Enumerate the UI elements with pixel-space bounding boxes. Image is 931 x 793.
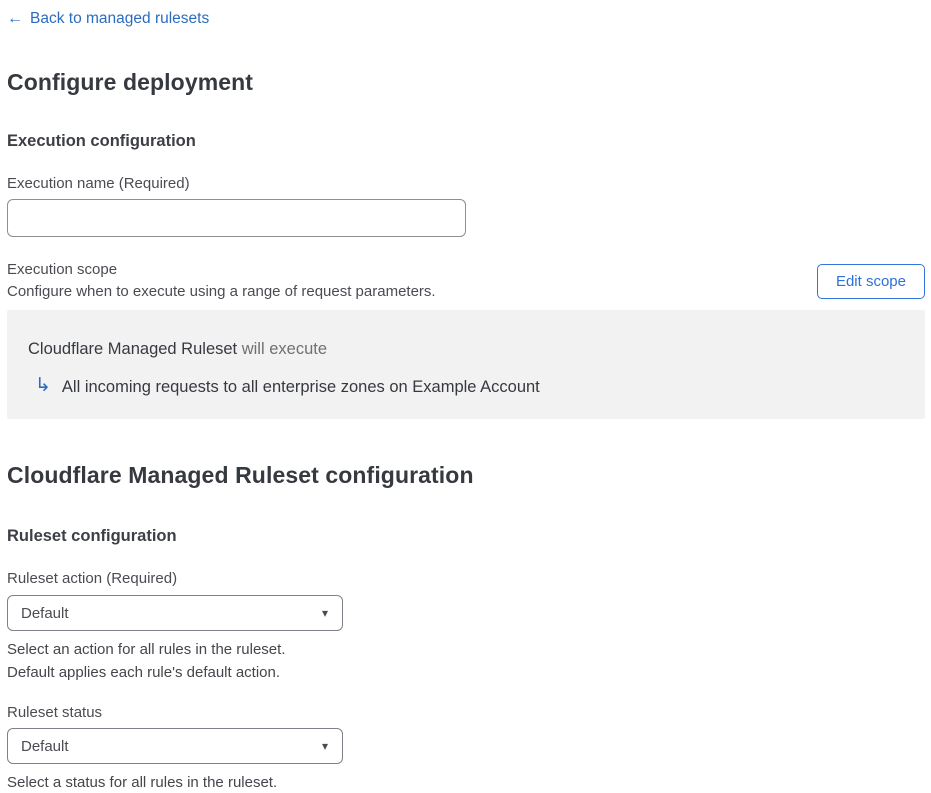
execution-scope-label: Execution scope xyxy=(7,261,118,278)
ruleset-action-select[interactable]: Default ▾ xyxy=(7,595,343,631)
ruleset-action-help-line2: Default applies each rule's default acti… xyxy=(7,664,281,681)
ruleset-status-help: Select a status for all rules in the rul… xyxy=(7,771,925,793)
ruleset-status-label: Ruleset status xyxy=(7,704,103,721)
configure-deployment-page: ← Back to managed rulesets Configure dep… xyxy=(0,0,931,793)
ruleset-status-value: Default xyxy=(21,737,69,755)
ruleset-action-value: Default xyxy=(21,604,69,622)
execution-summary-scope-line: ↳ All incoming requests to all enterpris… xyxy=(28,376,901,398)
chevron-down-icon: ▾ xyxy=(321,739,328,753)
ruleset-action-help: Select an action for all rules in the ru… xyxy=(7,638,925,684)
back-link-label: Back to managed rulesets xyxy=(30,10,210,27)
back-arrow-icon: ← xyxy=(7,10,23,27)
branch-arrow-icon: ↳ xyxy=(35,375,51,396)
ruleset-configuration-heading: Ruleset configuration xyxy=(7,527,177,545)
execution-scope-text: Execution scope Configure when to execut… xyxy=(7,259,436,303)
ruleset-action-help-line1: Select an action for all rules in the ru… xyxy=(7,641,286,658)
ruleset-status-select[interactable]: Default ▾ xyxy=(7,728,343,764)
execution-summary-line: Cloudflare Managed Ruleset will execute xyxy=(28,339,901,359)
ruleset-status-help-line1: Select a status for all rules in the rul… xyxy=(7,774,278,791)
execution-scope-row: Execution scope Configure when to execut… xyxy=(7,259,925,303)
summary-scope-value: All incoming requests to all enterprise … xyxy=(61,378,540,396)
edit-scope-button[interactable]: Edit scope xyxy=(816,263,925,299)
execution-name-input[interactable] xyxy=(7,199,466,237)
execution-summary-panel: Cloudflare Managed Ruleset will execute … xyxy=(7,310,925,419)
ruleset-configuration-page-title: Cloudflare Managed Ruleset configuration xyxy=(7,462,474,488)
summary-will-execute: will execute xyxy=(237,340,328,358)
execution-configuration-heading: Execution configuration xyxy=(7,132,196,150)
ruleset-action-label: Ruleset action (Required) xyxy=(7,570,178,587)
chevron-down-icon: ▾ xyxy=(321,606,328,620)
back-to-managed-rulesets-link[interactable]: ← Back to managed rulesets xyxy=(7,10,209,28)
execution-scope-description: Configure when to execute using a range … xyxy=(7,283,436,300)
execution-name-label: Execution name (Required) xyxy=(7,175,190,192)
page-title: Configure deployment xyxy=(7,69,254,95)
summary-ruleset-name: Cloudflare Managed Ruleset xyxy=(28,340,238,358)
